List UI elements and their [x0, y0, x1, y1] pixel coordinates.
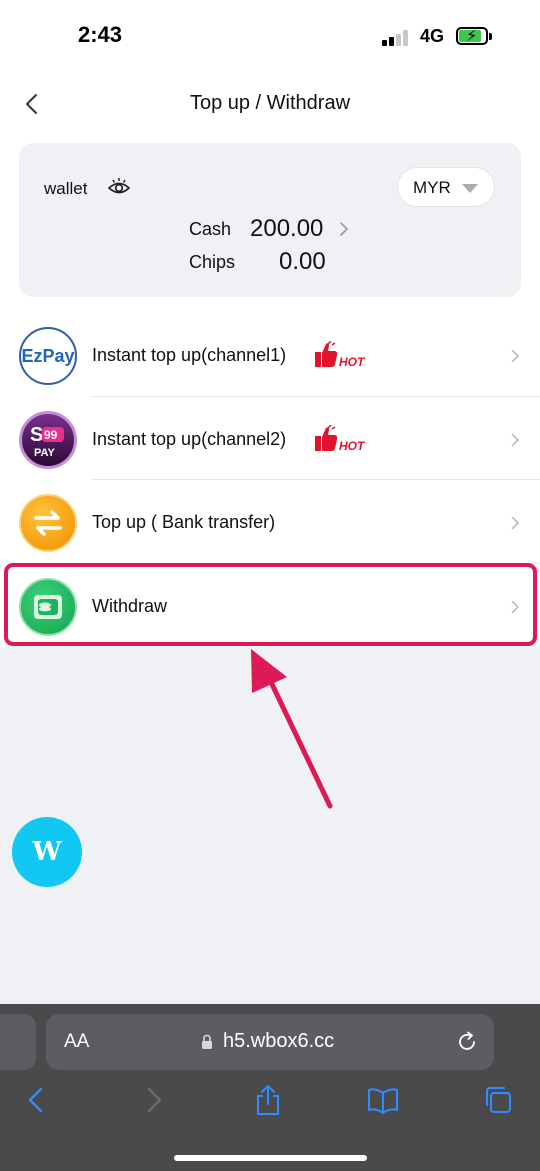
- svg-text:99: 99: [44, 428, 58, 442]
- transfer-arrows-icon: [19, 494, 77, 552]
- svg-text:PAY: PAY: [34, 447, 55, 459]
- hot-badge-icon: HOT: [315, 341, 366, 369]
- page-title: Top up / Withdraw: [189, 92, 351, 114]
- status-bar: 2:43 4G ⚡: [0, 0, 540, 70]
- chevron-right-icon: [511, 433, 520, 446]
- url-text: h5.wbox6.cc: [223, 1030, 335, 1052]
- menu-item-label: Top up ( Bank transfer): [92, 512, 276, 532]
- currency-value: MYR: [413, 178, 451, 197]
- bookmarks-icon[interactable]: [366, 1084, 400, 1116]
- eye-icon[interactable]: [108, 177, 130, 197]
- ezpay-logo: EzPay: [19, 327, 77, 385]
- nav-header: Top up / Withdraw: [0, 70, 540, 136]
- cash-value[interactable]: 200.00: [250, 215, 323, 243]
- chips-label: Chips: [189, 252, 236, 272]
- svg-text:HOT: HOT: [339, 439, 366, 453]
- home-indicator: [174, 1155, 367, 1161]
- reload-icon[interactable]: [456, 1031, 478, 1053]
- status-time: 2:43: [78, 22, 123, 47]
- menu-item-label: Withdraw: [92, 595, 168, 616]
- back-icon[interactable]: [22, 1084, 52, 1116]
- chips-value: 0.00: [279, 248, 326, 275]
- s99-pay-icon: S 99 PAY: [30, 424, 64, 459]
- chevron-right-icon: [511, 516, 520, 530]
- signal-icon: [382, 30, 412, 46]
- s99-pay-logo: S 99 PAY: [19, 410, 77, 469]
- menu-item-withdraw[interactable]: Withdraw: [0, 564, 540, 648]
- wallet-label: wallet: [44, 179, 88, 198]
- menu-item-label: Instant top up(channel2): [92, 428, 287, 449]
- chevron-right-icon: [511, 349, 520, 363]
- w-floating-button[interactable]: W: [12, 817, 82, 887]
- menu-item-instant-topup-channel1[interactable]: EzPay Instant top up(channel1) HOT: [0, 313, 540, 397]
- w-logo-letter: W: [32, 837, 62, 867]
- hot-badge-icon: HOT: [315, 424, 366, 453]
- battery-icon: ⚡: [456, 27, 492, 45]
- lock-icon: [202, 1034, 212, 1049]
- currency-select[interactable]: MYR: [397, 167, 495, 207]
- svg-text:HOT: HOT: [339, 355, 366, 369]
- tabs-icon[interactable]: [482, 1084, 512, 1116]
- chevron-right-icon: [511, 600, 520, 613]
- share-icon[interactable]: [253, 1084, 283, 1116]
- menu-item-instant-topup-channel2[interactable]: S 99 PAY Instant top up(channel2) HOT: [0, 397, 540, 480]
- payment-menu: EzPay Instant top up(channel1) HOT S 99 …: [0, 313, 540, 647]
- cash-label: Cash: [189, 219, 232, 239]
- wallet-cash-icon: [19, 577, 77, 636]
- forward-icon[interactable]: [138, 1084, 168, 1116]
- svg-text:S: S: [30, 424, 43, 446]
- wallet-card: wallet MYR Cash 200.00 Chips 0.00: [19, 143, 521, 297]
- caret-down-icon: [462, 184, 478, 193]
- url-bar[interactable]: AA h5.wbox6.cc: [46, 1014, 494, 1070]
- previous-tab-preview[interactable]: [0, 1014, 36, 1070]
- network-type: 4G: [420, 26, 445, 46]
- menu-item-bank-transfer[interactable]: Top up ( Bank transfer): [0, 480, 540, 564]
- reader-settings-button[interactable]: AA: [64, 1031, 89, 1053]
- empty-content-area: [0, 647, 540, 1005]
- menu-item-label: Instant top up(channel1): [92, 345, 287, 365]
- browser-bar: AA h5.wbox6.cc: [0, 1004, 540, 1171]
- chevron-right-icon[interactable]: [339, 221, 349, 237]
